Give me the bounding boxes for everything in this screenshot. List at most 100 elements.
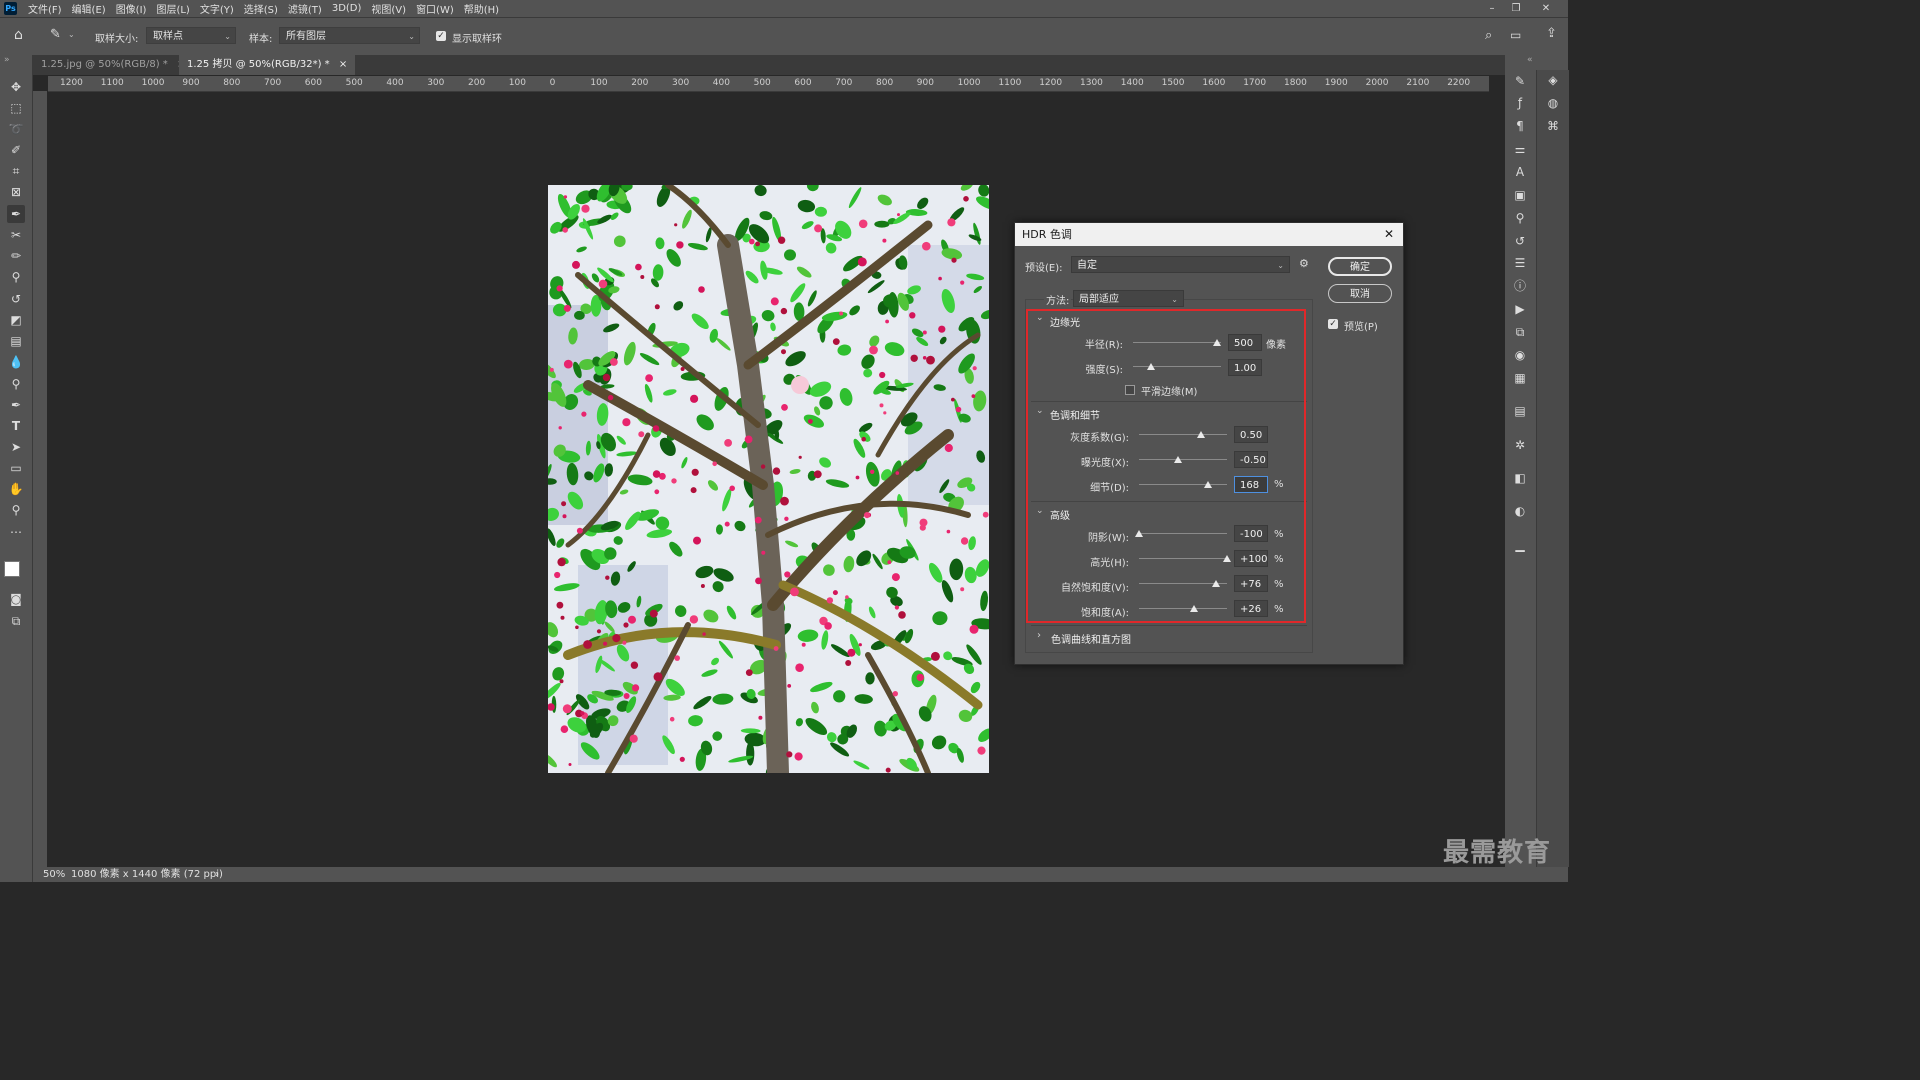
foreground-color-swatch[interactable]	[4, 561, 20, 577]
properties-icon[interactable]: ☰	[1512, 255, 1528, 271]
cancel-button[interactable]: 取消	[1328, 284, 1392, 303]
ok-button[interactable]: 确定	[1328, 257, 1392, 276]
divider	[1031, 625, 1307, 626]
healing-tool-icon[interactable]: ✂	[7, 226, 25, 244]
sample-select[interactable]: 所有图层 ⌄	[279, 27, 420, 44]
styles-icon[interactable]: ƒ	[1512, 95, 1528, 111]
history-brush-icon[interactable]: ↺	[7, 290, 25, 308]
blur-tool-icon[interactable]: 💧	[7, 353, 25, 371]
close-icon[interactable]: ✕	[1535, 0, 1557, 17]
right-panel-column: ◈ ◍ ⌘	[1536, 70, 1569, 867]
crop-tool-icon[interactable]: ⌗	[7, 162, 25, 180]
eyedropper-tool-icon[interactable]: ✒	[7, 205, 25, 223]
paths-icon[interactable]: ⌘	[1545, 118, 1561, 134]
eyedropper-preset-icon[interactable]: ✎	[50, 27, 61, 42]
gradient-tool-icon[interactable]: ▤	[7, 332, 25, 350]
ruler-tick-label: 2000	[1365, 78, 1389, 88]
rectangle-tool-icon[interactable]: ▭	[7, 459, 25, 477]
vertical-ruler	[33, 91, 47, 867]
chevron-down-icon: ⌄	[1171, 295, 1178, 304]
menu-layer[interactable]: 图层(L)	[151, 1, 194, 16]
chevron-right-icon[interactable]: ›	[1037, 630, 1041, 641]
menu-image[interactable]: 图像(I)	[111, 1, 152, 16]
tab-original[interactable]: 1.25.jpg @ 50%(RGB/8) * ×	[33, 55, 193, 75]
character-icon[interactable]: A	[1512, 164, 1528, 180]
ruler-tick-label: 500	[753, 78, 771, 88]
sample-size-select[interactable]: 取样点 ⌄	[146, 27, 236, 44]
menu-file[interactable]: 文件(F)	[23, 1, 67, 16]
timeline-icon[interactable]: ◧	[1512, 470, 1528, 486]
collapse-icon[interactable]: «	[1527, 55, 1533, 65]
actions-icon[interactable]: ▶	[1512, 301, 1528, 317]
chevron-down-icon: ⌄	[408, 32, 415, 41]
dialog-title-bar[interactable]: HDR 色调 ✕	[1015, 223, 1403, 246]
curve-histogram-heading[interactable]: 色调曲线和直方图	[1051, 631, 1131, 646]
ruler-tick-label: 1000	[957, 78, 981, 88]
status-arrow-icon[interactable]: ›	[215, 867, 219, 882]
expand-icon[interactable]: »	[4, 55, 10, 65]
path-select-icon[interactable]: ➤	[7, 438, 25, 456]
eraser-tool-icon[interactable]: ◩	[7, 311, 25, 329]
menu-edit[interactable]: 编辑(E)	[67, 1, 111, 16]
notes-icon[interactable]: ▤	[1512, 403, 1528, 419]
quick-mask-icon[interactable]: ◙	[7, 590, 25, 608]
document-image[interactable]	[548, 185, 989, 773]
photoshop-logo: Ps	[4, 2, 17, 15]
quick-select-tool-icon[interactable]: ✐	[7, 141, 25, 159]
color-icon[interactable]: ◐	[1512, 503, 1528, 519]
more-tools-icon[interactable]: ⋯	[7, 523, 25, 541]
show-ring-checkbox[interactable]: ✓	[436, 31, 446, 41]
type-tool-icon[interactable]: T	[7, 417, 25, 435]
home-icon[interactable]: ⌂	[14, 27, 23, 43]
stamp-tool-icon[interactable]: ⚲	[7, 268, 25, 286]
histogram-icon[interactable]: ▁	[1512, 537, 1528, 553]
restore-icon[interactable]: ❐	[1505, 0, 1527, 17]
screen-mode-icon[interactable]: ⧉	[7, 612, 25, 630]
marquee-tool-icon[interactable]: ⬚	[7, 99, 25, 117]
adjustments-icon[interactable]: ⚌	[1512, 141, 1528, 157]
3d-icon[interactable]: ◉	[1512, 347, 1528, 363]
ruler-tick-label: 1800	[1284, 78, 1307, 88]
zoom-level[interactable]: 50%	[43, 867, 65, 882]
lasso-tool-icon[interactable]: ➰	[7, 120, 25, 138]
minimize-icon[interactable]: –	[1481, 0, 1503, 17]
history-icon[interactable]: ↺	[1512, 233, 1528, 249]
brush-tool-icon[interactable]: ✏	[7, 247, 25, 265]
paragraph-icon[interactable]: ¶	[1512, 118, 1528, 134]
dodge-tool-icon[interactable]: ⚲	[7, 375, 25, 393]
pen-tool-icon[interactable]: ✒	[7, 396, 25, 414]
gear-icon[interactable]: ⚙	[1299, 257, 1309, 270]
zoom-tool-icon[interactable]: ⚲	[7, 501, 25, 519]
ruler-tick-label: 0	[549, 78, 556, 88]
brush-settings-icon[interactable]: ✎	[1512, 73, 1528, 89]
table-icon[interactable]: ▦	[1512, 370, 1528, 386]
channels-icon[interactable]: ◍	[1545, 95, 1561, 111]
menu-view[interactable]: 视图(V)	[366, 1, 411, 16]
share-icon[interactable]: ⇪	[1546, 26, 1557, 41]
menu-type[interactable]: 文字(Y)	[195, 1, 239, 16]
menu-help[interactable]: 帮助(H)	[459, 1, 504, 16]
close-icon[interactable]: ✕	[1384, 223, 1394, 246]
workspace-icon[interactable]: ▭	[1510, 28, 1521, 42]
menu-filter[interactable]: 滤镜(T)	[283, 1, 327, 16]
search-icon[interactable]: ⌕	[1485, 28, 1492, 43]
tab-copy[interactable]: 1.25 拷贝 @ 50%(RGB/32*) * ×	[179, 55, 356, 75]
chevron-down-icon[interactable]: ⌄	[68, 30, 75, 39]
menu-window[interactable]: 窗口(W)	[411, 1, 459, 16]
preview-checkbox[interactable]: ✓	[1328, 319, 1338, 329]
layers-icon[interactable]: ◈	[1545, 72, 1561, 88]
method-select[interactable]: 局部适应 ⌄	[1073, 290, 1184, 307]
info-icon[interactable]: ⓘ	[1512, 278, 1528, 294]
close-tab-icon[interactable]: ×	[339, 59, 347, 70]
glyphs-icon[interactable]: ▣	[1512, 187, 1528, 203]
hand-tool-icon[interactable]: ✋	[7, 480, 25, 498]
navigator-icon[interactable]: ✲	[1512, 437, 1528, 453]
move-tool-icon[interactable]: ✥	[7, 78, 25, 96]
menu-select[interactable]: 选择(S)	[239, 1, 283, 16]
frame-tool-icon[interactable]: ⊠	[7, 183, 25, 201]
preset-select[interactable]: 自定 ⌄	[1071, 256, 1290, 273]
menu-3d[interactable]: 3D(D)	[327, 3, 367, 14]
layer-comps-icon[interactable]: ⧉	[1512, 324, 1528, 340]
ruler-tick-label: 1700	[1243, 78, 1267, 88]
clone-source-icon[interactable]: ⚲	[1512, 210, 1528, 226]
